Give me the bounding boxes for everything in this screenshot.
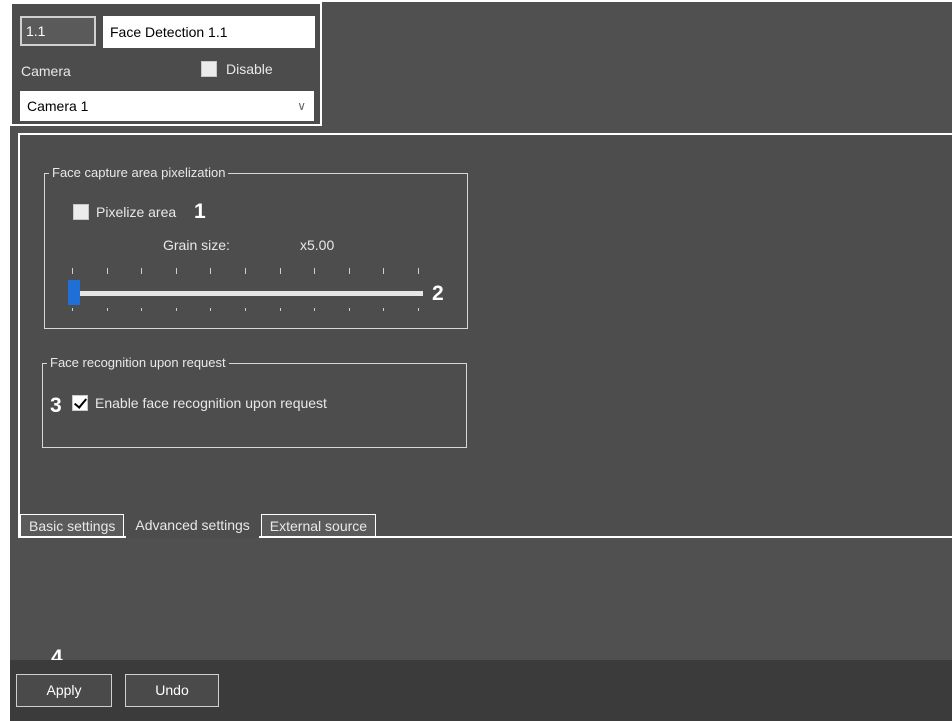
marker-3: 3 [50,394,62,417]
pixelization-group-title: Face capture area pixelization [49,164,229,182]
object-header: 1.1 Face Detection 1.1 Camera Disable Ca… [10,2,322,126]
disable-label: Disable [226,61,273,77]
slider-tick [245,268,246,274]
object-id-field[interactable]: 1.1 [20,16,96,46]
slider-tick [210,308,211,311]
enable-recognition-checkbox[interactable] [72,395,88,411]
slider-tick [418,268,419,274]
camera-label: Camera [21,63,71,79]
slider-tick [72,268,73,274]
slider-ticks-top [72,268,419,274]
marker-1: 1 [194,200,206,223]
slider-tick [383,268,384,274]
slider-tick [314,308,315,311]
disable-checkbox[interactable] [201,61,217,77]
enable-recognition-row[interactable]: Enable face recognition upon request [72,395,327,411]
slider-tick [280,308,281,311]
settings-tabs: Basic settings Advanced settings Externa… [20,513,378,538]
slider-tick [418,308,419,311]
slider-tick [176,268,177,274]
recognition-group-title: Face recognition upon request [47,354,229,372]
pixelization-group: Face capture area pixelization Pixelize … [44,164,468,329]
app-window: 1.1 Face Detection 1.1 Camera Disable Ca… [0,0,952,721]
pixelize-area-row[interactable]: Pixelize area [73,204,176,220]
enable-recognition-label: Enable face recognition upon request [95,395,327,411]
slider-tick [245,308,246,311]
disable-checkbox-row[interactable]: Disable [201,61,273,77]
slider-ticks-bottom [72,308,419,314]
grain-size-value: x5.00 [300,237,335,253]
pixelize-area-checkbox[interactable] [73,204,89,220]
object-name-field[interactable]: Face Detection 1.1 [103,16,315,48]
undo-button[interactable]: Undo [125,674,219,707]
grain-size-label: Grain size: [163,237,230,253]
slider-tick [107,268,108,274]
camera-select-value: Camera 1 [27,98,89,114]
tab-basic-settings[interactable]: Basic settings [20,514,125,538]
slider-tick [141,268,142,274]
slider-tick [210,268,211,274]
grain-size-slider-thumb[interactable] [68,280,80,305]
marker-2: 2 [432,282,444,305]
chevron-down-icon: ∨ [297,99,306,113]
slider-tick [349,308,350,311]
slider-tick [349,268,350,274]
left-edge [0,0,10,721]
grain-size-slider-track[interactable] [74,291,423,296]
slider-tick [176,308,177,311]
tab-external-source[interactable]: External source [260,514,377,538]
apply-button[interactable]: Apply [16,674,112,707]
pixelize-area-label: Pixelize area [96,204,177,220]
slider-tick [383,308,384,311]
tab-advanced-settings[interactable]: Advanced settings [126,513,259,538]
camera-select[interactable]: Camera 1 ∨ [20,91,314,121]
action-bar: Apply Undo [10,660,952,721]
settings-panel: Face capture area pixelization Pixelize … [18,133,952,538]
slider-tick [314,268,315,274]
slider-tick [141,308,142,311]
slider-tick [280,268,281,274]
slider-tick [107,308,108,311]
slider-tick [72,308,73,311]
